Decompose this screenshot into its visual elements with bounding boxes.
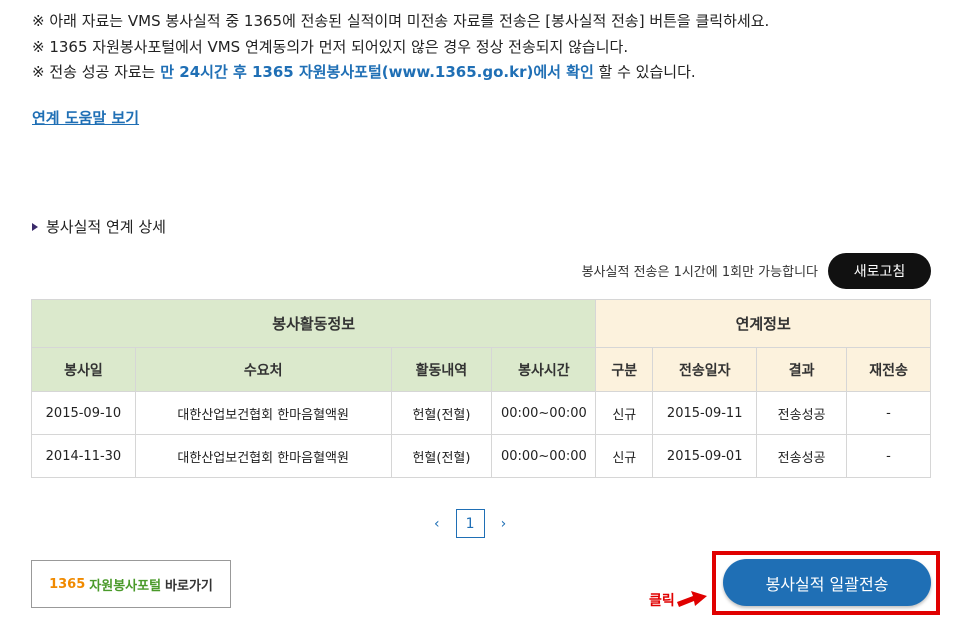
cell-sent-date: 2015-09-01 <box>652 434 758 478</box>
cell-resend: - <box>846 434 931 478</box>
header-link-info: 연계정보 <box>595 299 931 348</box>
column-header: 수요처 <box>134 347 392 392</box>
cell-resend: - <box>846 391 931 435</box>
notice-highlight: 만 24시간 후 1365 자원봉사포털(www.1365.go.kr)에서 확… <box>160 63 594 81</box>
table-row: 2014-11-30 대한산업보건협회 한마음혈액원 헌혈(전혈) 00:00~… <box>31 434 931 478</box>
notice-line: ※ 전송 성공 자료는 만 24시간 후 1365 자원봉사포털(www.136… <box>32 60 769 86</box>
portal-logo-name: 자원봉사포털 <box>89 578 162 594</box>
page-1-button[interactable]: 1 <box>455 509 485 538</box>
column-header: 결과 <box>756 347 848 392</box>
header-activity-info: 봉사활동정보 <box>30 299 597 348</box>
next-page-icon[interactable]: › <box>501 516 507 532</box>
column-header: 봉사일 <box>31 347 136 392</box>
cell-org: 대한산업보건협회 한마음혈액원 <box>134 391 392 435</box>
cell-result: 전송성공 <box>756 434 848 478</box>
notice-text: ※ 전송 성공 자료는 <box>32 63 161 81</box>
volunteer-link-table: 봉사활동정보 연계정보 봉사일 수요처 활동내역 봉사시간 구분 전송일자 결과… <box>30 299 931 478</box>
section-title-text: 봉사실적 연계 상세 <box>46 218 166 236</box>
pagination: ‹ 1 › <box>434 509 506 538</box>
annotation-click-label: 클릭 <box>649 593 675 609</box>
cell-result: 전송성공 <box>756 391 848 435</box>
cell-date: 2014-11-30 <box>31 434 136 478</box>
bulk-send-button[interactable]: 봉사실적 일괄전송 <box>723 559 931 606</box>
notice-line: ※ 아래 자료는 VMS 봉사실적 중 1365에 전송된 실적이며 미전송 자… <box>32 12 770 30</box>
triangle-bullet-icon <box>32 222 38 231</box>
notice-list: ※ 아래 자료는 VMS 봉사실적 중 1365에 전송된 실적이며 미전송 자… <box>32 9 769 86</box>
cell-type: 신규 <box>595 391 654 435</box>
notice-line: ※ 1365 자원봉사포털에서 VMS 연계동의가 먼저 되어있지 않은 경우 … <box>32 37 629 56</box>
cell-activity: 헌혈(전혈) <box>390 391 493 435</box>
portal-logo-number: 1365 <box>49 576 86 592</box>
help-link[interactable]: 연계 도움말 보기 <box>32 107 139 128</box>
cell-org: 대한산업보건협회 한마음혈액원 <box>134 434 392 478</box>
send-limit-note: 봉사실적 전송은 1시간에 1회만 가능합니다 <box>581 265 818 280</box>
column-header: 활동내역 <box>390 347 493 392</box>
table-row: 2015-09-10 대한산업보건협회 한마음혈액원 헌혈(전혈) 00:00~… <box>31 391 931 435</box>
annotation-arrow-icon <box>677 591 707 607</box>
column-header: 봉사시간 <box>491 347 597 392</box>
column-header: 구분 <box>595 347 654 392</box>
cell-hours: 00:00~00:00 <box>491 434 597 478</box>
cell-hours: 00:00~00:00 <box>491 391 597 435</box>
cell-type: 신규 <box>595 434 654 478</box>
cell-activity: 헌혈(전혈) <box>390 434 493 478</box>
portal-shortcut-label: 바로가기 <box>165 578 213 594</box>
cell-sent-date: 2015-09-11 <box>652 391 758 435</box>
column-header: 재전송 <box>846 347 931 392</box>
portal-shortcut-button[interactable]: 1365 자원봉사포털 바로가기 <box>31 560 231 608</box>
column-header: 전송일자 <box>652 347 758 392</box>
section-title: 봉사실적 연계 상세 <box>32 216 166 237</box>
notice-text: 할 수 있습니다. <box>593 63 696 81</box>
cell-date: 2015-09-10 <box>31 391 136 435</box>
prev-page-icon[interactable]: ‹ <box>434 516 440 532</box>
refresh-button[interactable]: 새로고침 <box>828 253 931 289</box>
